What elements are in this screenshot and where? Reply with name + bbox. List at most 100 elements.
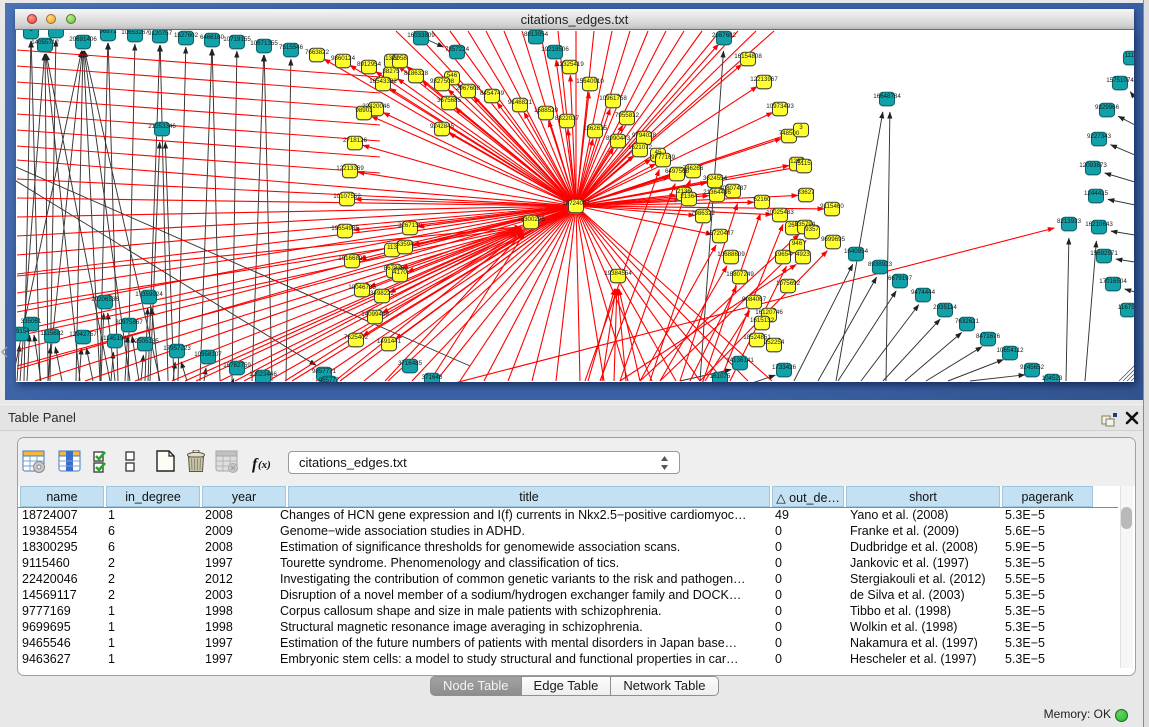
- svg-text:252254: 252254: [764, 339, 785, 346]
- svg-text:18724007: 18724007: [562, 200, 590, 207]
- svg-text:116753: 116753: [1118, 304, 1134, 311]
- svg-text:17359924: 17359924: [135, 291, 163, 298]
- svg-text:2: 2: [54, 30, 58, 32]
- svg-text:9860124: 9860124: [331, 55, 356, 62]
- svg-text:6466160: 6466160: [200, 34, 225, 41]
- svg-text:9120757: 9120757: [148, 30, 173, 37]
- svg-text:8912954: 8912954: [357, 61, 382, 68]
- svg-text:9245652: 9245652: [1020, 364, 1045, 371]
- svg-text:12213369: 12213369: [336, 165, 364, 172]
- svg-text:23300205: 23300205: [517, 216, 545, 223]
- svg-text:96871: 96871: [99, 30, 117, 35]
- svg-text:985777: 985777: [319, 377, 340, 382]
- svg-text:15720407: 15720407: [706, 230, 734, 237]
- svg-text:7663822: 7663822: [305, 49, 330, 56]
- svg-text:10973493: 10973493: [766, 103, 794, 110]
- svg-text:1527602: 1527602: [174, 32, 199, 39]
- svg-text:16154808: 16154808: [734, 53, 762, 60]
- svg-text:12023446: 12023446: [249, 371, 277, 378]
- svg-text:1244415: 1244415: [1084, 190, 1109, 197]
- svg-text:9084067: 9084067: [742, 296, 767, 303]
- svg-text:16543382: 16543382: [369, 78, 397, 85]
- svg-text:1640954: 1640954: [844, 248, 869, 255]
- svg-text:9227343: 9227343: [1087, 133, 1112, 140]
- svg-text:9777169: 9777169: [651, 154, 676, 161]
- svg-text:9242845: 9242845: [430, 123, 455, 130]
- svg-text:17016504: 17016504: [1099, 278, 1127, 285]
- svg-text:21053346: 21053346: [148, 123, 176, 130]
- svg-text:38275: 38275: [382, 68, 400, 75]
- svg-text:10654112: 10654112: [996, 347, 1024, 354]
- svg-text:1145194: 1145194: [103, 335, 127, 342]
- svg-text:14055712: 14055712: [31, 39, 59, 46]
- svg-text:12325419: 12325419: [556, 61, 584, 68]
- svg-text:19384554: 19384554: [604, 270, 632, 277]
- svg-text:8990443: 8990443: [606, 135, 631, 142]
- svg-text:7625402: 7625402: [344, 334, 369, 341]
- svg-text:2967608: 2967608: [456, 85, 481, 92]
- svg-text:1621072: 1621072: [628, 144, 653, 151]
- svg-text:9329966: 9329966: [1095, 104, 1120, 111]
- svg-text:371648: 371648: [422, 374, 443, 381]
- svg-text:10807487: 10807487: [719, 185, 747, 192]
- svg-text:10671355: 10671355: [250, 40, 278, 47]
- svg-text:8938923: 8938923: [868, 261, 893, 268]
- svg-text:3498222: 3498222: [370, 290, 395, 297]
- svg-text:14099489: 14099489: [361, 311, 389, 318]
- svg-text:(x): (x): [258, 459, 271, 471]
- svg-text:7986322: 7986322: [691, 210, 716, 217]
- svg-text:1362615: 1362615: [583, 125, 608, 132]
- svg-text:8454749: 8454749: [480, 90, 505, 97]
- svg-text:4923: 4923: [796, 251, 810, 258]
- svg-text:9474444: 9474444: [911, 289, 936, 296]
- svg-text:16033809: 16033809: [407, 32, 435, 39]
- svg-text:4170: 4170: [393, 269, 407, 276]
- svg-text:21364: 21364: [680, 193, 698, 200]
- svg-text:335061: 335061: [21, 318, 42, 325]
- svg-text:8213933: 8213933: [1057, 218, 1082, 225]
- svg-text:6058: 6058: [393, 55, 407, 62]
- svg-text:98901: 98901: [355, 107, 373, 114]
- svg-text:8322037: 8322037: [555, 115, 580, 122]
- svg-text:3716485: 3716485: [398, 360, 423, 367]
- svg-text:9357: 9357: [805, 226, 819, 233]
- svg-text:161075: 161075: [710, 373, 731, 380]
- svg-text:1615132: 1615132: [750, 317, 775, 324]
- svg-text:12093873: 12093873: [1079, 162, 1107, 169]
- svg-text:104523: 104523: [1042, 375, 1063, 382]
- svg-text:39154: 39154: [16, 328, 30, 335]
- svg-text:1491441: 1491441: [377, 338, 402, 345]
- svg-text:62160: 62160: [753, 196, 771, 203]
- svg-text:10653267: 10653267: [121, 30, 149, 36]
- svg-text:7955812: 7955812: [615, 112, 640, 119]
- svg-text:18807249: 18807249: [726, 271, 754, 278]
- svg-text:15692971: 15692971: [1090, 250, 1118, 257]
- svg-text:1733426: 1733426: [772, 364, 797, 371]
- svg-text:8813054: 8813054: [524, 31, 549, 38]
- svg-text:9115460: 9115460: [820, 203, 844, 210]
- svg-text:30975867: 30975867: [115, 319, 143, 326]
- svg-text:7515546: 7515546: [279, 44, 304, 51]
- svg-text:2935114: 2935114: [933, 304, 957, 311]
- svg-text:1075692: 1075692: [776, 280, 801, 287]
- svg-text:16648784: 16648784: [873, 93, 901, 100]
- svg-text:9327508: 9327508: [430, 78, 455, 85]
- svg-text:1115682: 1115682: [40, 330, 64, 337]
- svg-text:9699695: 9699695: [821, 236, 846, 243]
- svg-text:12213967: 12213967: [750, 76, 778, 83]
- svg-text:9857771: 9857771: [312, 368, 337, 375]
- svg-text:5115: 5115: [797, 160, 811, 167]
- svg-text:8471676: 8471676: [976, 333, 1001, 340]
- svg-text:8186328: 8186328: [404, 70, 429, 77]
- svg-text:1: 1: [29, 30, 33, 33]
- svg-text:10107552: 10107552: [333, 193, 361, 200]
- svg-text:10958107: 10958107: [194, 351, 222, 358]
- svg-text:15751074: 15751074: [1106, 77, 1134, 84]
- svg-text:1112: 1112: [1125, 52, 1134, 59]
- svg-text:2718126: 2718126: [343, 137, 368, 144]
- svg-text:9146821: 9146821: [508, 99, 533, 106]
- svg-text:17957223: 17957223: [163, 345, 191, 352]
- svg-text:19654985: 19654985: [331, 225, 359, 232]
- svg-text:33627: 33627: [797, 189, 815, 196]
- svg-text:19654: 19654: [774, 251, 792, 258]
